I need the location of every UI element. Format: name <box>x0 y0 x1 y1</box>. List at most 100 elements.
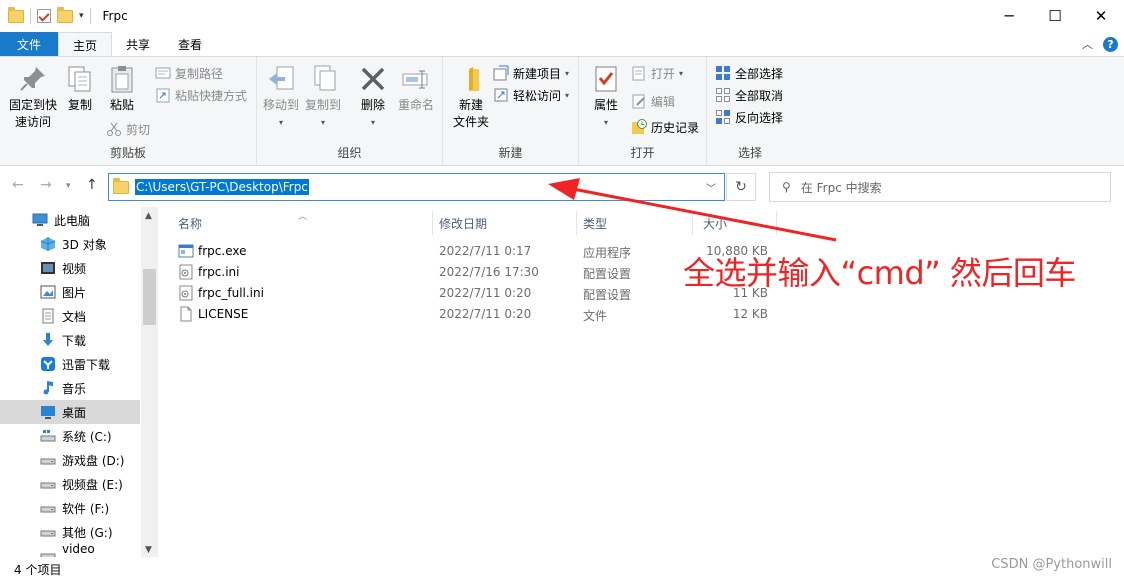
easy-access-button[interactable]: 轻松访问 ▾ <box>493 85 569 105</box>
cut-button[interactable]: 剪切 <box>106 119 150 139</box>
column-header-size[interactable]: 大小 <box>685 211 775 235</box>
nav-item[interactable]: 软件 (F:) <box>0 496 140 520</box>
file-row[interactable]: LICENSE 2022/7/11 0:20 文件 12 KB <box>160 304 780 325</box>
nav-item[interactable]: 桌面 <box>0 400 140 424</box>
copy-to-button[interactable]: 复制到 ▾ <box>303 63 343 131</box>
tab-view[interactable]: 查看 <box>164 32 216 56</box>
nav-item[interactable]: 下载 <box>0 328 140 352</box>
select-all-button[interactable]: 全部选择 <box>715 63 783 83</box>
collapse-ribbon-icon[interactable]: ︿ <box>1082 36 1093 52</box>
scroll-up-icon[interactable]: ▲ <box>145 211 152 221</box>
maximize-button[interactable]: ☐ <box>1032 0 1078 32</box>
select-group-label: 选择 <box>737 146 762 160</box>
select-none-button[interactable]: 全部取消 <box>715 85 783 105</box>
nav-item[interactable]: 3D 对象 <box>0 232 140 256</box>
file-type: 配置设置 <box>583 267 632 281</box>
system-drive-icon <box>40 428 56 444</box>
nav-item-label: 视频盘 (E:) <box>62 477 123 492</box>
address-history-dropdown-icon[interactable]: ﹀ <box>706 180 716 195</box>
file-type: 配置设置 <box>583 288 632 302</box>
new-item-button[interactable]: 新建项目 ▾ <box>493 63 569 83</box>
navigation-scrollbar[interactable]: ▲ ▼ <box>141 207 158 557</box>
drive-icon <box>40 452 56 468</box>
nav-item[interactable]: 其他 (G:) <box>0 520 140 544</box>
copy-button[interactable]: 复制 <box>64 63 96 114</box>
forward-arrow-icon[interactable]: → <box>40 177 52 193</box>
address-path[interactable]: C:\Users\GT-PC\Desktop\Frpc <box>135 179 309 195</box>
properties-icon <box>590 63 622 95</box>
scroll-down-icon[interactable]: ▼ <box>145 545 152 555</box>
help-icon[interactable]: ? <box>1103 36 1118 52</box>
file-name: LICENSE <box>198 307 249 321</box>
refresh-button[interactable]: ↻ <box>726 173 756 201</box>
paste-shortcut-icon <box>155 87 171 103</box>
desktop-icon <box>40 404 56 420</box>
nav-item-label: 此电脑 <box>54 213 91 228</box>
new-folder-icon[interactable] <box>57 6 73 23</box>
address-bar[interactable]: C:\Users\GT-PC\Desktop\Frpc ﹀ <box>108 173 725 201</box>
file-date: 2022/7/11 0:17 <box>439 244 532 258</box>
file-type: 文件 <box>583 309 608 323</box>
sort-ascending-icon: ︿ <box>298 212 308 222</box>
file-icon <box>178 306 194 322</box>
copy-path-button[interactable]: 复制路径 <box>155 63 223 83</box>
3d-objects-icon <box>40 236 56 252</box>
open-button[interactable]: 打开 ▾ <box>631 63 683 83</box>
recent-locations-icon[interactable]: ▾ <box>66 181 71 191</box>
search-box[interactable]: ⚲ 在 Frpc 中搜索 <box>769 172 1111 202</box>
paste-button[interactable]: 粘贴 <box>104 63 140 114</box>
download-icon <box>40 332 56 348</box>
open-group: 属性 ▾ 打开 ▾ 编辑 历史记录 打开 <box>579 57 707 165</box>
minimize-button[interactable]: ─ <box>986 0 1032 32</box>
pictures-icon <box>40 284 56 300</box>
drive-icon <box>40 500 56 516</box>
move-to-button[interactable]: 移动到 ▾ <box>261 63 301 131</box>
open-dropdown-icon: ▾ <box>679 68 684 78</box>
history-button[interactable]: 历史记录 <box>631 117 699 137</box>
nav-item[interactable]: 此电脑 <box>0 208 140 232</box>
file-date: 2022/7/11 0:20 <box>439 307 532 321</box>
paste-shortcut-button[interactable]: 粘贴快捷方式 <box>155 85 247 105</box>
nav-item[interactable]: 图片 <box>0 280 140 304</box>
nav-item[interactable]: 音乐 <box>0 376 140 400</box>
invert-selection-icon <box>715 109 731 125</box>
customize-dropdown-icon[interactable]: ▾ <box>79 11 84 21</box>
column-header-date[interactable]: 修改日期 <box>421 211 565 235</box>
tab-home[interactable]: 主页 <box>58 32 113 57</box>
up-arrow-icon[interactable]: ↑ <box>86 177 98 193</box>
documents-icon <box>40 308 56 324</box>
nav-item[interactable]: 文档 <box>0 304 140 328</box>
quick-access-toolbar: ▾ <box>0 0 91 32</box>
scrollbar-thumb[interactable] <box>143 269 156 325</box>
nav-item[interactable]: 游戏盘 (D:) <box>0 448 140 472</box>
tab-file[interactable]: 文件 <box>0 32 58 56</box>
tab-share[interactable]: 共享 <box>112 32 164 56</box>
nav-item[interactable]: 系统 (C:) <box>0 424 140 448</box>
close-button[interactable]: ✕ <box>1078 0 1124 32</box>
file-name: frpc.ini <box>198 265 240 279</box>
properties-icon[interactable] <box>37 9 51 23</box>
properties-button[interactable]: 属性 ▾ <box>589 63 623 131</box>
column-header-type[interactable]: 类型 <box>565 211 685 235</box>
copy-to-dropdown-icon: ▾ <box>320 118 325 127</box>
nav-item[interactable]: 迅雷下载 <box>0 352 140 376</box>
nav-item[interactable]: 视频 <box>0 256 140 280</box>
new-folder-button[interactable]: 新建 文件夹 <box>447 63 495 131</box>
ini-icon <box>178 285 194 301</box>
nav-item-label: 视频 <box>62 261 87 276</box>
file-date: 2022/7/16 17:30 <box>439 265 539 279</box>
rename-button[interactable]: 重命名 <box>395 63 437 114</box>
paste-icon <box>106 63 138 95</box>
move-to-dropdown-icon: ▾ <box>278 118 283 127</box>
back-arrow-icon[interactable]: ← <box>12 177 24 193</box>
invert-selection-button[interactable]: 反向选择 <box>715 107 783 127</box>
column-header-name[interactable]: 名称 ︿ <box>160 211 432 235</box>
edit-button[interactable]: 编辑 <box>631 91 675 111</box>
move-to-icon <box>265 63 297 95</box>
file-date: 2022/7/11 0:20 <box>439 286 532 300</box>
delete-button[interactable]: 删除 ▾ <box>355 63 391 131</box>
select-none-icon <box>715 87 731 103</box>
watermark: CSDN @Pythonwill <box>991 557 1112 572</box>
pin-quick-access-button[interactable]: 固定到快 速访问 <box>6 63 60 131</box>
nav-item[interactable]: 视频盘 (E:) <box>0 472 140 496</box>
